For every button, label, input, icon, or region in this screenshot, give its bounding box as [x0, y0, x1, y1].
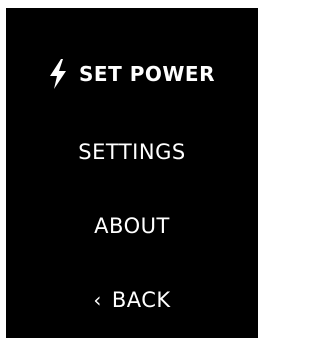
- menu-screen: SET POWER SETTINGS ABOUT ‹ BACK: [6, 8, 258, 338]
- menu-item-about[interactable]: ABOUT: [6, 206, 258, 246]
- menu-item-label: ABOUT: [94, 214, 170, 238]
- menu-item-set-power[interactable]: SET POWER: [6, 54, 258, 94]
- chevron-left-icon: ‹: [93, 288, 102, 312]
- menu-item-settings[interactable]: SETTINGS: [6, 132, 258, 172]
- menu-item-label: SETTINGS: [78, 140, 186, 164]
- lightning-bolt-icon: [49, 59, 67, 89]
- menu-item-label: SET POWER: [79, 62, 215, 86]
- menu-item-back[interactable]: ‹ BACK: [6, 280, 258, 320]
- menu-item-label: BACK: [111, 288, 171, 312]
